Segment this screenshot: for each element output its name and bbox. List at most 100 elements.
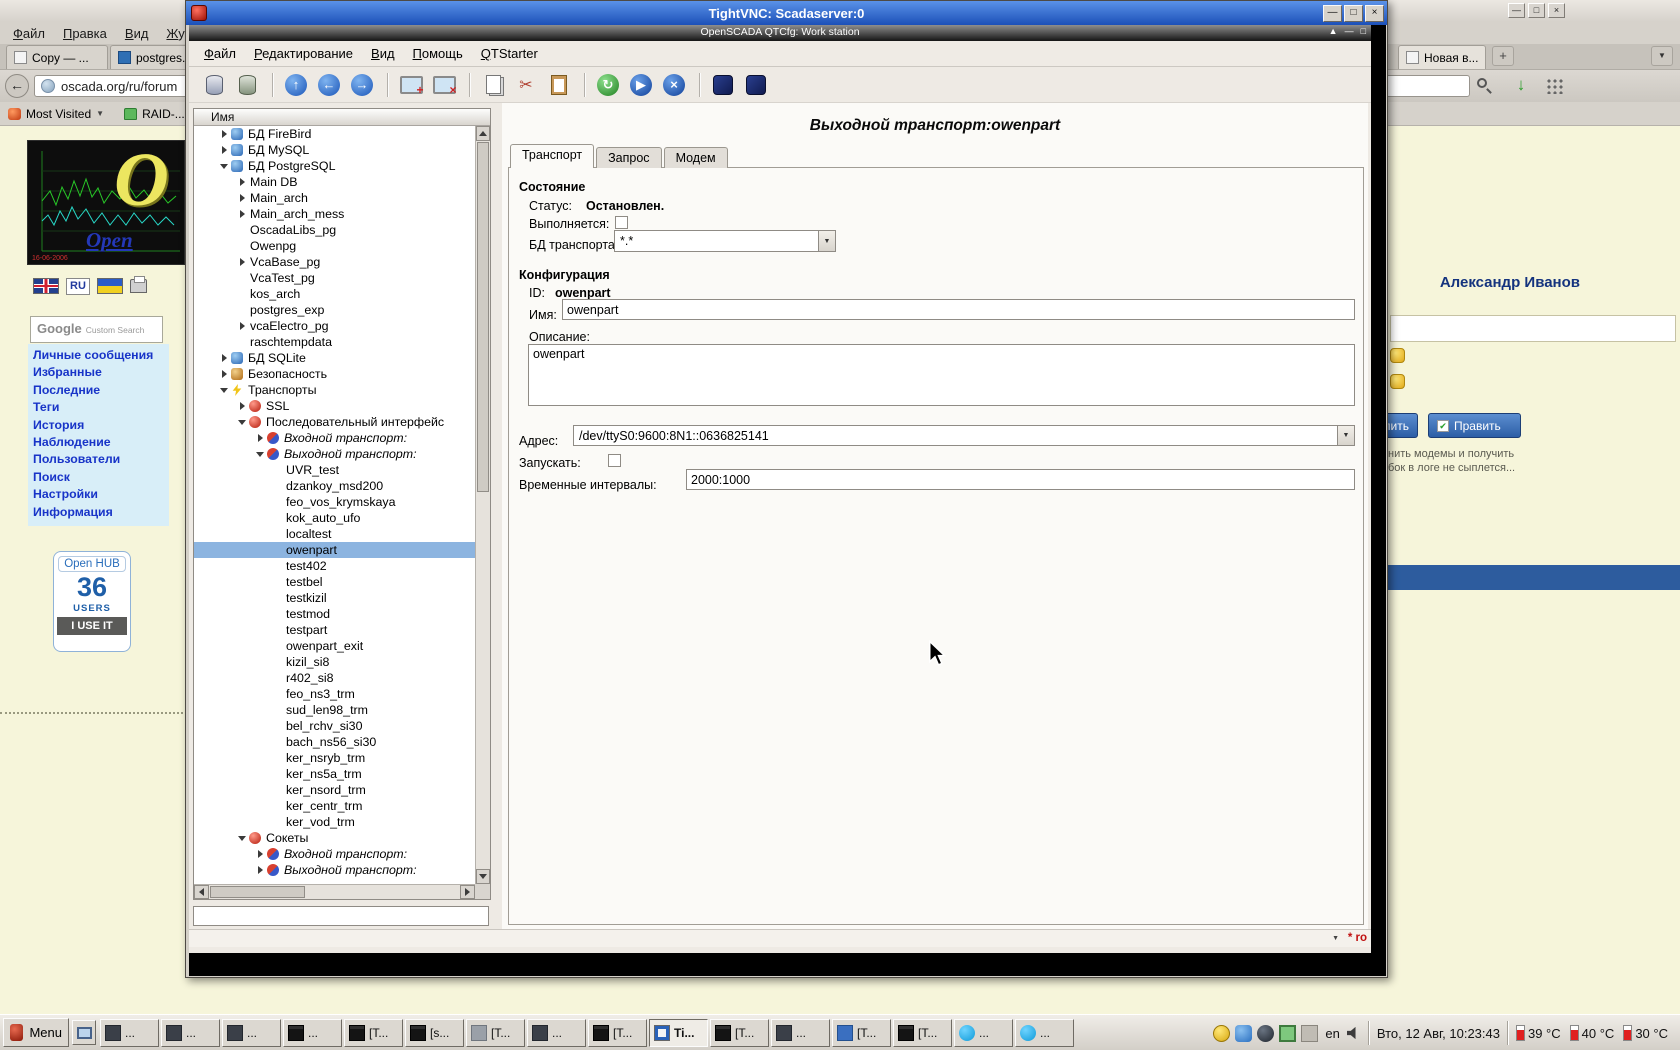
tree-vscrollbar[interactable] (475, 126, 490, 884)
tree-item[interactable]: Сокеты (194, 830, 475, 846)
show-desktop-button[interactable] (72, 1020, 96, 1045)
address-combobox[interactable]: /dev/ttyS0:9600:8N1::0636825141 ▼ (573, 425, 1355, 446)
tray-misc-icon[interactable] (1301, 1025, 1318, 1042)
scroll-right-button[interactable] (460, 885, 475, 899)
tree-item[interactable]: bel_rchv_si30 (194, 718, 475, 734)
tree-item[interactable]: bach_ns56_si30 (194, 734, 475, 750)
scada-menu-item[interactable]: Файл (195, 43, 245, 64)
task-button[interactable]: ... (283, 1019, 342, 1047)
scada-menu-item[interactable]: Вид (362, 43, 404, 64)
tree-expander[interactable] (218, 144, 230, 156)
tree-expander[interactable] (218, 352, 230, 364)
tree-hscrollbar[interactable] (194, 884, 475, 899)
task-button[interactable]: ... (161, 1019, 220, 1047)
apps-grid-icon[interactable] (1546, 78, 1565, 94)
scroll-thumb[interactable] (477, 142, 489, 492)
sidebar-link[interactable]: Теги (33, 399, 164, 416)
toolbar-button[interactable]: × (659, 71, 689, 99)
toolbar-button[interactable] (478, 71, 508, 99)
tree-item[interactable]: sud_len98_trm (194, 702, 475, 718)
scroll-thumb[interactable] (210, 886, 305, 898)
toolbar-button[interactable]: ↻ (593, 71, 623, 99)
tree-item[interactable]: testpart (194, 622, 475, 638)
running-checkbox[interactable] (615, 216, 628, 229)
tree-item[interactable]: raschtempdata (194, 334, 475, 350)
tree-item[interactable]: Выходной транспорт: (194, 446, 475, 462)
sidebar-link[interactable]: Пользователи (33, 451, 164, 468)
download-icon[interactable]: ↓ (1508, 73, 1534, 99)
menu-item[interactable]: Файл (4, 24, 54, 43)
openhub-use-it-button[interactable]: I USE IT (57, 617, 127, 635)
print-icon[interactable] (130, 279, 147, 293)
search-icon[interactable] (1477, 78, 1497, 96)
combo-arrow[interactable]: ▼ (818, 231, 835, 251)
tree-item[interactable]: OscadaLibs_pg (194, 222, 475, 238)
site-logo-link[interactable]: Open (86, 228, 133, 253)
tree-item[interactable]: ker_ns5a_trm (194, 766, 475, 782)
task-button[interactable]: [Т... (588, 1019, 647, 1047)
combo-arrow[interactable]: ▼ (1337, 426, 1354, 445)
toolbar-button[interactable]: × (429, 71, 459, 99)
tray-network-icon[interactable] (1235, 1025, 1252, 1042)
tab-list-button[interactable]: ▼ (1651, 46, 1673, 66)
tree-item[interactable]: UVR_test (194, 462, 475, 478)
tree-expander[interactable] (236, 176, 248, 188)
toolbar-button[interactable] (232, 71, 262, 99)
tab-Модем[interactable]: Модем (664, 147, 728, 168)
back-button[interactable]: ← (5, 74, 29, 98)
status-dropdown-icon[interactable]: ▼ (1332, 935, 1339, 942)
tray-service-icon[interactable] (1257, 1025, 1274, 1042)
tree-item[interactable]: testmod (194, 606, 475, 622)
vnc-titlebar[interactable]: TightVNC: Scadaserver:0 — □ × (186, 1, 1387, 25)
tab[interactable]: Copy — ... (6, 45, 108, 69)
tree-item[interactable]: Входной транспорт: (194, 846, 475, 862)
tree-item[interactable]: Выходной транспорт: (194, 862, 475, 878)
vnc-minimize-button[interactable]: — (1323, 5, 1342, 22)
tree-item[interactable]: Main DB (194, 174, 475, 190)
bookmark-item[interactable]: Most Visited▼ (8, 107, 104, 121)
firefox-minimize-button[interactable]: — (1508, 3, 1525, 18)
tree-expander[interactable] (254, 432, 266, 444)
toolbar-button[interactable]: ▶ (626, 71, 656, 99)
task-button[interactable]: ... (222, 1019, 281, 1047)
task-button[interactable]: ... (771, 1019, 830, 1047)
tree-item[interactable]: Входной транспорт: (194, 430, 475, 446)
forum-username[interactable]: Александр Иванов (1430, 274, 1580, 291)
tab-Запрос[interactable]: Запрос (596, 147, 661, 168)
tree-item[interactable]: VcaBase_pg (194, 254, 475, 270)
tree-item[interactable]: owenpart (194, 542, 475, 558)
tree-item[interactable]: localtest (194, 526, 475, 542)
tree-item[interactable]: Owenpg (194, 238, 475, 254)
tree-item[interactable]: feo_ns3_trm (194, 686, 475, 702)
vnc-maximize-button[interactable]: □ (1344, 5, 1363, 22)
tree-item[interactable]: ker_nsryb_trm (194, 750, 475, 766)
tree-expander[interactable] (218, 384, 230, 396)
tree-item[interactable]: kos_arch (194, 286, 475, 302)
description-textarea[interactable]: owenpart (528, 344, 1355, 406)
name-input[interactable] (562, 299, 1355, 320)
tree-expander[interactable] (254, 848, 266, 860)
task-button[interactable]: [Т... (466, 1019, 525, 1047)
tree-item[interactable]: БД MySQL (194, 142, 475, 158)
tree-item[interactable]: БД PostgreSQL (194, 158, 475, 174)
scada-maximize-button[interactable]: □ (1361, 26, 1366, 36)
scada-menu-item[interactable]: Помощь (404, 43, 472, 64)
scada-shade-button[interactable]: ▲ (1329, 26, 1338, 36)
task-button[interactable]: [Т... (710, 1019, 769, 1047)
tree-expander[interactable] (236, 320, 248, 332)
sidebar-link[interactable]: История (33, 417, 164, 434)
menu-button[interactable]: Menu (3, 1018, 69, 1047)
start-checkbox[interactable] (608, 454, 621, 467)
sidebar-link[interactable]: Личные сообщения (33, 347, 164, 364)
tree-item[interactable]: Безопасность (194, 366, 475, 382)
task-button[interactable]: [Т... (832, 1019, 891, 1047)
bookmark-item[interactable]: RAID-... (124, 107, 185, 121)
tree-item[interactable]: kok_auto_ufo (194, 510, 475, 526)
tree-item[interactable]: dzankoy_msd200 (194, 478, 475, 494)
tree-header[interactable]: Имя (194, 109, 490, 126)
task-button[interactable]: [Т... (893, 1019, 952, 1047)
tree-expander[interactable] (236, 208, 248, 220)
tree-item[interactable]: VcaTest_pg (194, 270, 475, 286)
tree-item[interactable]: SSL (194, 398, 475, 414)
tree-item[interactable]: БД FireBird (194, 126, 475, 142)
